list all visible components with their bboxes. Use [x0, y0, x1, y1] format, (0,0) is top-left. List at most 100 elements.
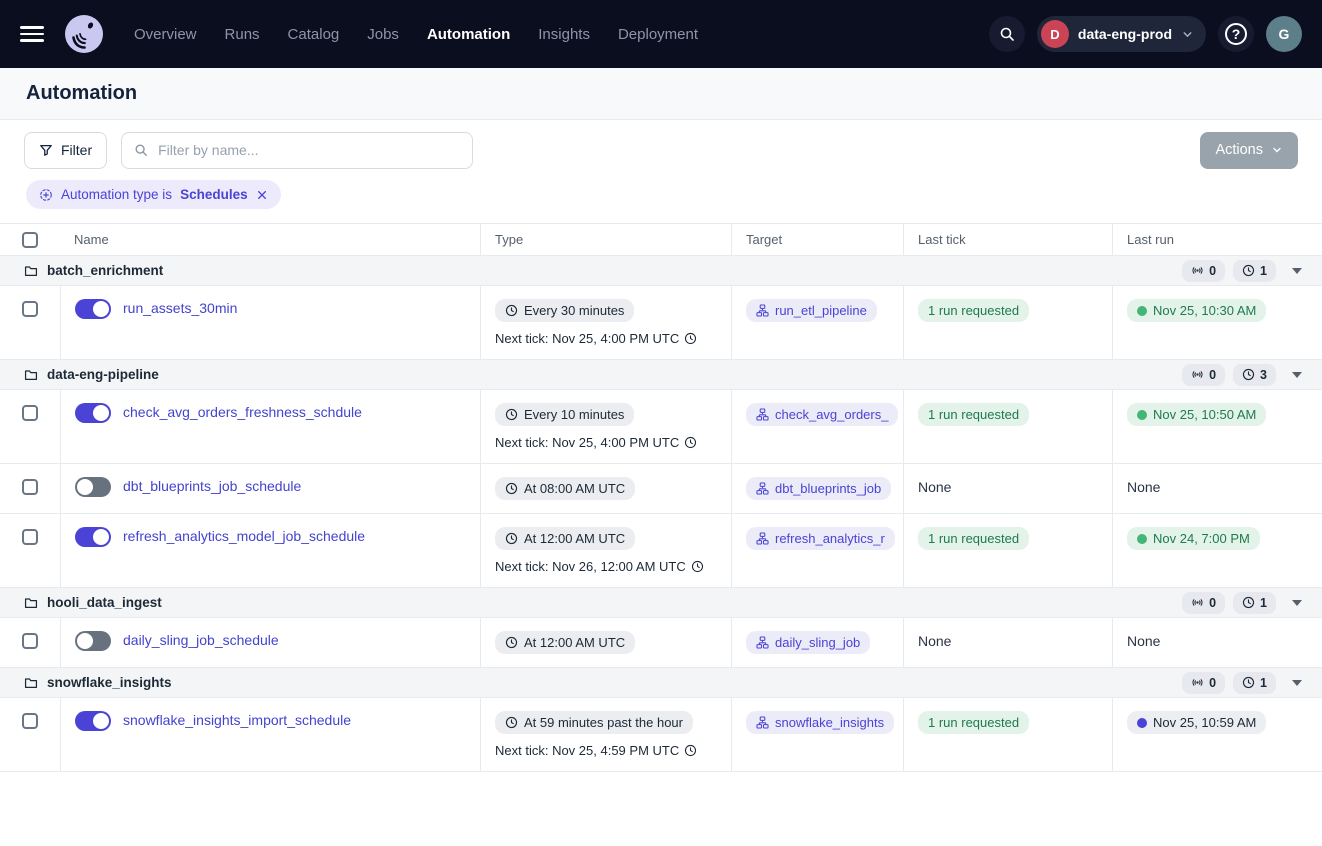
collapse-caret-icon[interactable] [1292, 268, 1302, 274]
row-checkbox[interactable] [22, 301, 38, 317]
help-icon[interactable]: ? [1218, 16, 1254, 52]
schedule-toggle[interactable] [75, 477, 111, 497]
schedule-toggle[interactable] [75, 631, 111, 651]
job-graph-icon [756, 482, 769, 495]
automation-type-filter-chip[interactable]: Automation type is Schedules [26, 180, 281, 209]
schedule-type-pill: At 12:00 AM UTC [495, 527, 635, 550]
filter-button[interactable]: Filter [24, 132, 107, 169]
next-tick-text: Next tick: Nov 25, 4:59 PM UTC [495, 743, 679, 758]
actions-button[interactable]: Actions [1200, 132, 1298, 169]
filter-chip-prefix: Automation type is [61, 187, 172, 202]
job-graph-icon [756, 532, 769, 545]
page-title: Automation [26, 82, 137, 105]
group-row[interactable]: batch_enrichment 0 1 [0, 256, 1322, 286]
row-checkbox[interactable] [22, 479, 38, 495]
user-avatar[interactable]: G [1266, 16, 1302, 52]
sensor-icon [1191, 264, 1204, 277]
schedule-name-link[interactable]: daily_sling_job_schedule [123, 632, 279, 648]
nav-item-runs[interactable]: Runs [225, 26, 260, 43]
schedule-count-badge: 3 [1233, 364, 1276, 386]
name-filter-field[interactable] [121, 132, 473, 169]
menu-icon[interactable] [20, 26, 44, 42]
target-job-pill[interactable]: snowflake_insights [746, 711, 894, 734]
group-row[interactable]: snowflake_insights 0 1 [0, 668, 1322, 698]
last-run-pill[interactable]: Nov 25, 10:59 AM [1127, 711, 1266, 734]
clock-icon [1242, 368, 1255, 381]
column-header-type: Type [480, 224, 731, 255]
nav-item-catalog[interactable]: Catalog [288, 26, 340, 43]
target-name: daily_sling_job [775, 635, 860, 650]
schedule-toggle[interactable] [75, 527, 111, 547]
schedule-type-pill: At 12:00 AM UTC [495, 631, 635, 654]
sensor-count-badge: 0 [1182, 364, 1225, 386]
target-job-pill[interactable]: check_avg_orders_ [746, 403, 898, 426]
dagster-logo-icon[interactable] [64, 14, 104, 54]
target-job-pill[interactable]: daily_sling_job [746, 631, 870, 654]
folder-icon [24, 676, 38, 690]
row-checkbox[interactable] [22, 713, 38, 729]
select-all-checkbox[interactable] [22, 232, 38, 248]
target-name: dbt_blueprints_job [775, 481, 881, 496]
last-tick-status-pill[interactable]: 1 run requested [918, 299, 1029, 322]
schedule-cron-label: At 12:00 AM UTC [524, 635, 625, 650]
row-checkbox[interactable] [22, 529, 38, 545]
collapse-caret-icon[interactable] [1292, 600, 1302, 606]
last-run-none: None [1127, 477, 1160, 495]
schedule-name-link[interactable]: run_assets_30min [123, 300, 237, 316]
nav-item-insights[interactable]: Insights [538, 26, 590, 43]
run-status-dot-icon [1137, 410, 1147, 420]
nav-item-jobs[interactable]: Jobs [367, 26, 399, 43]
last-tick-status-pill[interactable]: 1 run requested [918, 711, 1029, 734]
schedule-count: 1 [1260, 596, 1267, 610]
sensor-count-badge: 0 [1182, 592, 1225, 614]
last-run-cell: Nov 25, 10:59 AM [1112, 698, 1322, 771]
last-tick-status: 1 run requested [928, 715, 1019, 730]
group-row[interactable]: data-eng-pipeline 0 3 [0, 360, 1322, 390]
last-run-pill[interactable]: Nov 25, 10:30 AM [1127, 299, 1266, 322]
deployment-switcher[interactable]: D data-eng-prod [1037, 16, 1206, 52]
last-run-pill[interactable]: Nov 25, 10:50 AM [1127, 403, 1266, 426]
schedule-name-link[interactable]: refresh_analytics_model_job_schedule [123, 528, 365, 544]
last-run-cell: Nov 25, 10:50 AM [1112, 390, 1322, 463]
schedule-count: 3 [1260, 368, 1267, 382]
next-tick: Next tick: Nov 25, 4:59 PM UTC [495, 743, 717, 758]
nav-item-automation[interactable]: Automation [427, 26, 510, 43]
collapse-caret-icon[interactable] [1292, 372, 1302, 378]
target-job-pill[interactable]: refresh_analytics_r [746, 527, 895, 550]
search-icon[interactable] [989, 16, 1025, 52]
last-tick-cell: 1 run requested [903, 286, 1112, 359]
nav-links: Overview Runs Catalog Jobs Automation Insight… [134, 26, 698, 43]
schedule-name-link[interactable]: dbt_blueprints_job_schedule [123, 478, 301, 494]
job-graph-icon [756, 304, 769, 317]
remove-filter-icon[interactable] [256, 189, 268, 201]
schedule-toggle[interactable] [75, 299, 111, 319]
schedule-toggle[interactable] [75, 711, 111, 731]
last-tick-none: None [918, 477, 951, 495]
schedule-name-link[interactable]: snowflake_insights_import_schedule [123, 712, 351, 728]
job-graph-icon [756, 716, 769, 729]
last-tick-status-pill[interactable]: 1 run requested [918, 527, 1029, 550]
target-job-pill[interactable]: run_etl_pipeline [746, 299, 877, 322]
target-job-pill[interactable]: dbt_blueprints_job [746, 477, 891, 500]
row-checkbox[interactable] [22, 633, 38, 649]
group-row[interactable]: hooli_data_ingest 0 1 [0, 588, 1322, 618]
schedule-cron-label: At 12:00 AM UTC [524, 531, 625, 546]
sensor-icon [1191, 368, 1204, 381]
clock-icon [684, 436, 697, 449]
target-name: check_avg_orders_ [775, 407, 888, 422]
row-checkbox[interactable] [22, 405, 38, 421]
last-run-time: Nov 25, 10:50 AM [1153, 407, 1256, 422]
last-run-pill[interactable]: Nov 24, 7:00 PM [1127, 527, 1260, 550]
last-tick-cell: 1 run requested [903, 514, 1112, 587]
schedule-toggle[interactable] [75, 403, 111, 423]
last-run-time: Nov 25, 10:59 AM [1153, 715, 1256, 730]
schedule-name-link[interactable]: check_avg_orders_freshness_schdule [123, 404, 362, 420]
nav-item-deployment[interactable]: Deployment [618, 26, 698, 43]
next-tick: Next tick: Nov 26, 12:00 AM UTC [495, 559, 717, 574]
next-tick: Next tick: Nov 25, 4:00 PM UTC [495, 435, 717, 450]
sensor-icon [1191, 676, 1204, 689]
nav-item-overview[interactable]: Overview [134, 26, 197, 43]
last-tick-status-pill[interactable]: 1 run requested [918, 403, 1029, 426]
name-filter-input[interactable] [156, 141, 460, 159]
collapse-caret-icon[interactable] [1292, 680, 1302, 686]
